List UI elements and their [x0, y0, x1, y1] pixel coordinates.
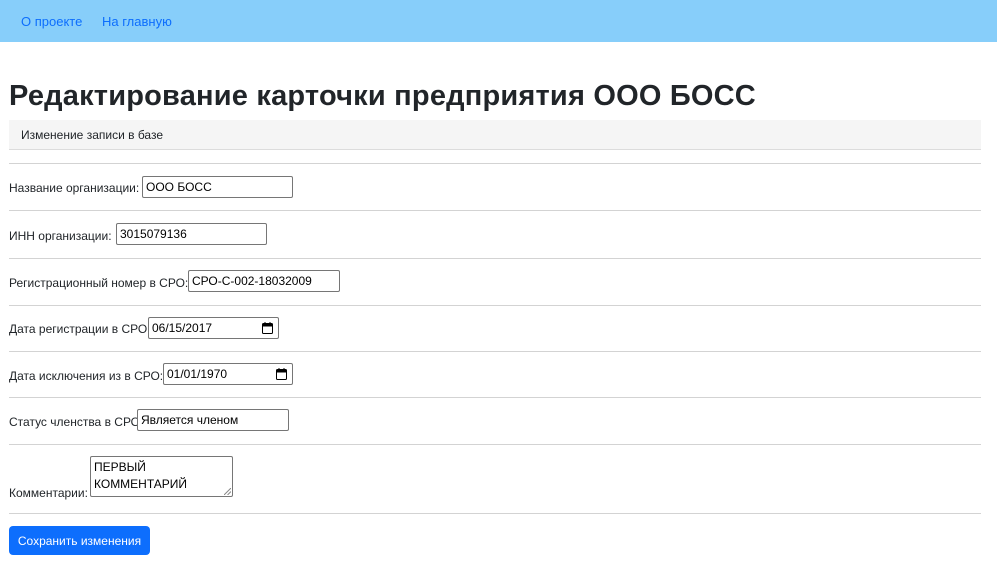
nav-link-home[interactable]: На главную — [102, 14, 172, 29]
org-name-label: Название организации: — [9, 181, 140, 195]
divider — [9, 258, 981, 259]
calendar-icon[interactable] — [262, 322, 273, 334]
divider — [9, 210, 981, 211]
divider — [9, 351, 981, 352]
divider — [9, 163, 981, 164]
top-navbar: О проекте На главную — [0, 0, 997, 42]
save-changes-button[interactable]: Сохранить изменения — [9, 526, 150, 555]
divider — [9, 513, 981, 514]
inn-value: 3015079136 — [120, 227, 187, 241]
comments-label: Комментарии: — [9, 486, 88, 500]
breadcrumb: Изменение записи в базе — [9, 120, 981, 150]
sro-reg-date-label: Дата регистрации в СРО: — [9, 322, 151, 336]
nav-link-about[interactable]: О проекте — [21, 14, 82, 29]
divider — [9, 397, 981, 398]
sro-number-label: Регистрационный номер в СРО: — [9, 276, 189, 290]
sro-reg-date-input[interactable]: 06/15/2017 — [148, 317, 279, 339]
org-name-value: ООО БОСС — [146, 180, 212, 194]
sro-reg-date-value: 06/15/2017 — [152, 321, 213, 335]
sro-exclusion-date-input[interactable]: 01/01/1970 — [163, 363, 293, 385]
comments-value: ПЕРВЫЙ КОММЕНТАРИЙ — [94, 460, 188, 491]
sro-number-input[interactable]: СРО-С-002-18032009 — [188, 270, 340, 292]
divider — [9, 444, 981, 445]
membership-status-label: Статус членства в СРО: — [9, 415, 144, 429]
inn-input[interactable]: 3015079136 — [116, 223, 267, 245]
page-title: Редактирование карточки предприятия ООО … — [9, 80, 756, 112]
sro-exclusion-date-value: 01/01/1970 — [167, 367, 228, 381]
calendar-icon[interactable] — [276, 368, 287, 380]
membership-status-value: Является членом — [141, 413, 239, 427]
org-name-input[interactable]: ООО БОСС — [142, 176, 293, 198]
comments-textarea[interactable]: ПЕРВЫЙ КОММЕНТАРИЙ — [90, 456, 233, 497]
sro-number-value: СРО-С-002-18032009 — [192, 274, 312, 288]
sro-exclusion-date-label: Дата исключения из в СРО: — [9, 369, 164, 383]
breadcrumb-text: Изменение записи в базе — [21, 128, 163, 142]
membership-status-input[interactable]: Является членом — [137, 409, 289, 431]
resize-handle-icon[interactable] — [224, 488, 231, 495]
divider — [9, 305, 981, 306]
inn-label: ИНН организации: — [9, 229, 112, 243]
